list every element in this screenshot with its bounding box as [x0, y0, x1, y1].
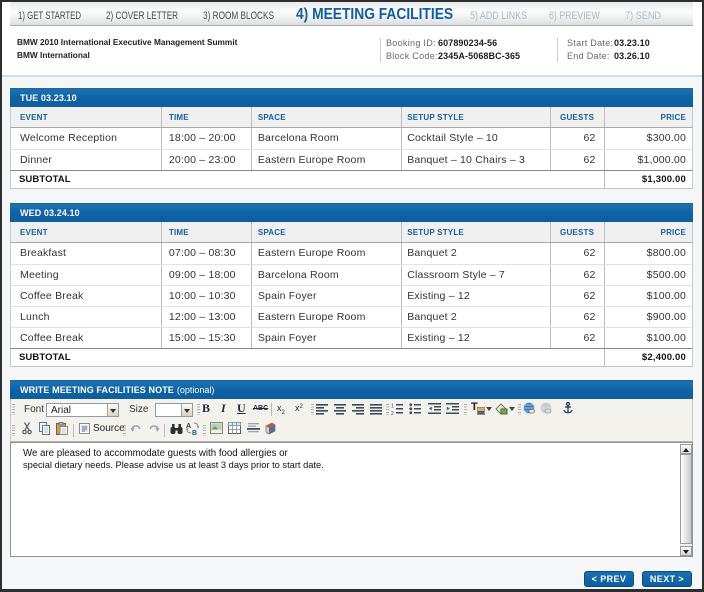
svg-text:2: 2 [391, 411, 394, 415]
svg-text:B: B [192, 430, 197, 435]
svg-text:1: 1 [391, 404, 394, 410]
